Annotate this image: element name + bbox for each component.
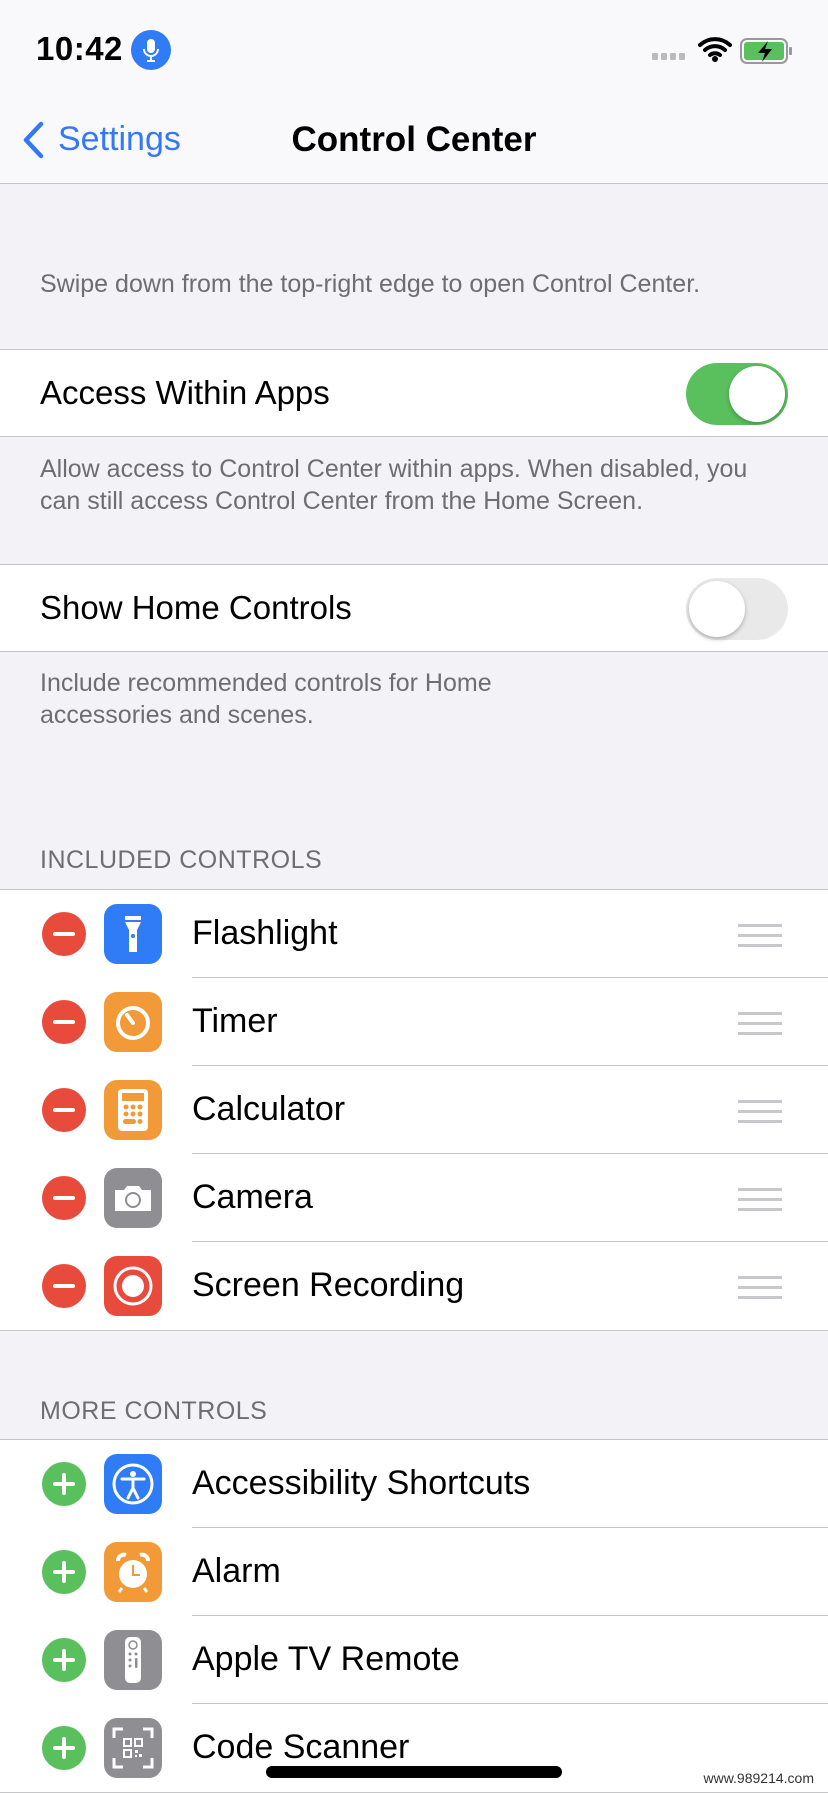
show-home-controls-footer: Include recommended controls for Home ac… xyxy=(40,669,492,729)
reorder-handle-icon[interactable] xyxy=(738,1188,782,1218)
remove-button[interactable] xyxy=(42,1088,86,1132)
list-item: Accessibility Shortcuts xyxy=(0,1440,828,1528)
calculator-icon xyxy=(104,1080,162,1140)
remote-icon xyxy=(104,1630,162,1690)
show-home-controls-label: Show Home Controls xyxy=(40,589,352,626)
add-button[interactable] xyxy=(42,1638,86,1682)
included-controls-list: Flashlight Timer Calculator Camera Screen Re… xyxy=(0,889,828,1331)
status-bar: 10:42 xyxy=(0,0,828,100)
control-name: Calculator xyxy=(192,1090,346,1128)
access-within-apps-cell: Access Within Apps xyxy=(0,349,828,437)
list-item: Alarm xyxy=(0,1528,828,1616)
remove-button[interactable] xyxy=(42,1176,86,1220)
camera-icon xyxy=(104,1168,162,1228)
clock: 10:42 xyxy=(36,30,123,67)
alarm-icon xyxy=(104,1542,162,1602)
signal-icon xyxy=(652,53,685,60)
access-within-apps-footer: Allow access to Control Center within ap… xyxy=(40,455,748,515)
control-name: Accessibility Shortcuts xyxy=(192,1464,531,1502)
add-button[interactable] xyxy=(42,1550,86,1594)
control-name: Camera xyxy=(192,1178,313,1216)
control-name: Apple TV Remote xyxy=(192,1640,460,1678)
page-title: Control Center xyxy=(291,120,537,159)
reorder-handle-icon[interactable] xyxy=(738,1100,782,1130)
show-home-controls-toggle[interactable] xyxy=(686,578,788,640)
list-item: Apple TV Remote xyxy=(0,1616,828,1704)
control-name: Alarm xyxy=(192,1552,281,1590)
more-controls-header: MORE CONTROLS xyxy=(40,1397,268,1425)
microphone-icon xyxy=(131,30,171,70)
access-within-apps-toggle[interactable] xyxy=(686,363,788,425)
battery-charging-icon xyxy=(740,38,792,64)
wifi-icon xyxy=(698,37,732,62)
control-name: Timer xyxy=(192,1002,278,1040)
accessibility-icon xyxy=(104,1454,162,1514)
list-item: Timer xyxy=(0,978,828,1066)
reorder-handle-icon[interactable] xyxy=(738,1012,782,1042)
watermark: www.989214.com xyxy=(703,1770,814,1786)
remove-button[interactable] xyxy=(42,912,86,956)
list-item: Calculator xyxy=(0,1066,828,1154)
included-controls-header: INCLUDED CONTROLS xyxy=(40,846,323,874)
remove-button[interactable] xyxy=(42,1000,86,1044)
home-indicator xyxy=(266,1766,562,1778)
reorder-handle-icon[interactable] xyxy=(738,1276,782,1306)
intro-text: Swipe down from the top-right edge to op… xyxy=(40,270,701,298)
list-item: Screen Recording xyxy=(0,1242,828,1330)
more-controls-list: Accessibility Shortcuts Alarm Apple TV Rem… xyxy=(0,1439,828,1793)
control-name: Code Scanner xyxy=(192,1728,410,1766)
access-within-apps-label: Access Within Apps xyxy=(40,374,330,411)
timer-icon xyxy=(104,992,162,1052)
list-item: Flashlight xyxy=(0,890,828,978)
list-item: Camera xyxy=(0,1154,828,1242)
control-name: Flashlight xyxy=(192,914,338,952)
navigation-bar: Settings Control Center xyxy=(0,100,828,184)
reorder-handle-icon[interactable] xyxy=(738,924,782,954)
flashlight-icon xyxy=(104,904,162,964)
show-home-controls-cell: Show Home Controls xyxy=(0,564,828,652)
qr-code-icon xyxy=(104,1718,162,1778)
control-name: Screen Recording xyxy=(192,1266,465,1304)
screen-recording-icon xyxy=(104,1256,162,1316)
remove-button[interactable] xyxy=(42,1264,86,1308)
add-button[interactable] xyxy=(42,1462,86,1506)
add-button[interactable] xyxy=(42,1726,86,1770)
